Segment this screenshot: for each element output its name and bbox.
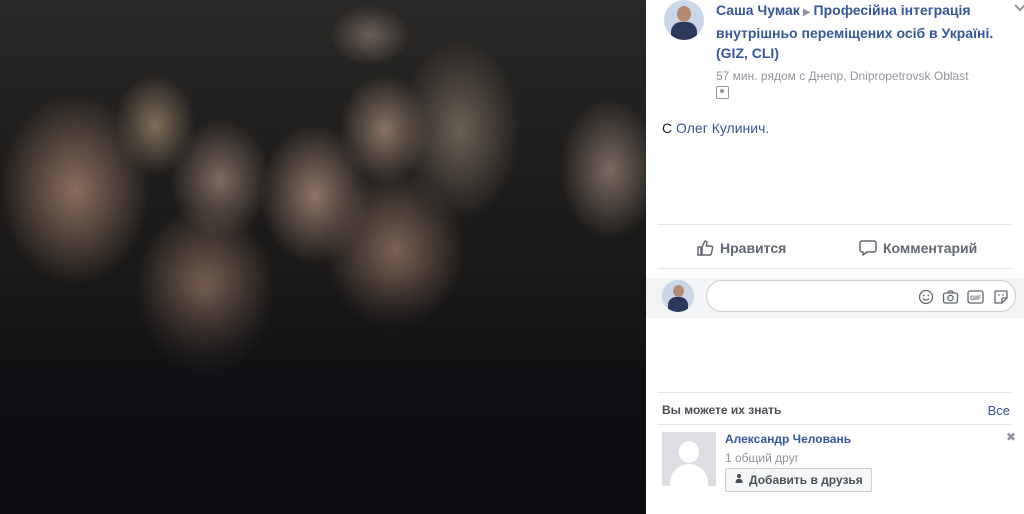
comment-label: Комментарий xyxy=(883,240,978,256)
post-meta: 57 мин. рядом с Днепр, Dnipropetrovsk Ob… xyxy=(716,68,1006,103)
comment-icon xyxy=(859,240,877,256)
privacy-icon[interactable] xyxy=(716,86,729,99)
emoji-icon[interactable] xyxy=(917,288,934,305)
tagged-line: С Олег Кулинич. xyxy=(662,120,769,136)
like-label: Нравится xyxy=(720,240,787,256)
thumbs-up-icon xyxy=(697,240,714,256)
suggested-person-name[interactable]: Александр Человань xyxy=(725,432,851,446)
post-header-text: Саша Чумак ▶ Професійна інтеграція внутріш… xyxy=(716,0,1006,103)
post-sidebar: Саша Чумак ▶ Професійна інтеграція внутріш… xyxy=(646,0,1024,514)
sticker-icon[interactable] xyxy=(992,288,1009,305)
add-friend-icon xyxy=(734,473,745,487)
tagged-person-link[interactable]: Олег Кулинич. xyxy=(676,120,769,136)
divider xyxy=(658,268,1012,269)
divider xyxy=(658,424,1012,425)
gif-icon[interactable]: GIF xyxy=(967,288,984,305)
with-prefix: С xyxy=(662,120,673,136)
like-button[interactable]: Нравится xyxy=(696,232,786,264)
divider xyxy=(658,392,1012,393)
author-avatar[interactable] xyxy=(664,0,704,40)
post-title: Саша Чумак ▶ Професійна інтеграція внутріш… xyxy=(716,0,1006,63)
comment-button[interactable]: Комментарий xyxy=(859,232,977,264)
chevron-down-icon[interactable] xyxy=(1014,4,1024,12)
mutual-friends-count[interactable]: 1 общий друг xyxy=(725,451,799,465)
post-actions: Нравится Комментарий xyxy=(646,232,1024,264)
arrow-icon: ▶ xyxy=(802,7,811,18)
comment-tools: GIF xyxy=(917,288,1009,305)
suggested-person-avatar[interactable] xyxy=(662,432,716,486)
add-friend-label: Добавить в друзья xyxy=(749,473,863,487)
people-you-may-know-heading: Вы можете их знать xyxy=(662,403,782,417)
photo-shadow xyxy=(0,274,646,514)
viewer-avatar xyxy=(662,280,694,312)
comment-composer: GIF xyxy=(646,278,1024,318)
add-friend-button[interactable]: Добавить в друзья xyxy=(725,468,872,492)
suggested-person-card: Александр Человань 1 общий друг Добавить… xyxy=(662,430,1016,502)
svg-text:GIF: GIF xyxy=(970,295,981,302)
post-photo[interactable] xyxy=(0,0,646,514)
camera-icon[interactable] xyxy=(942,288,959,305)
close-icon[interactable]: ✖ xyxy=(1006,430,1016,444)
author-name-link[interactable]: Саша Чумак xyxy=(716,2,800,18)
comment-input[interactable]: GIF xyxy=(706,280,1016,312)
see-all-link[interactable]: Все xyxy=(988,403,1010,418)
divider xyxy=(658,224,1012,225)
post-time-location[interactable]: 57 мин. рядом с Днепр, Dnipropetrovsk Ob… xyxy=(716,69,969,83)
